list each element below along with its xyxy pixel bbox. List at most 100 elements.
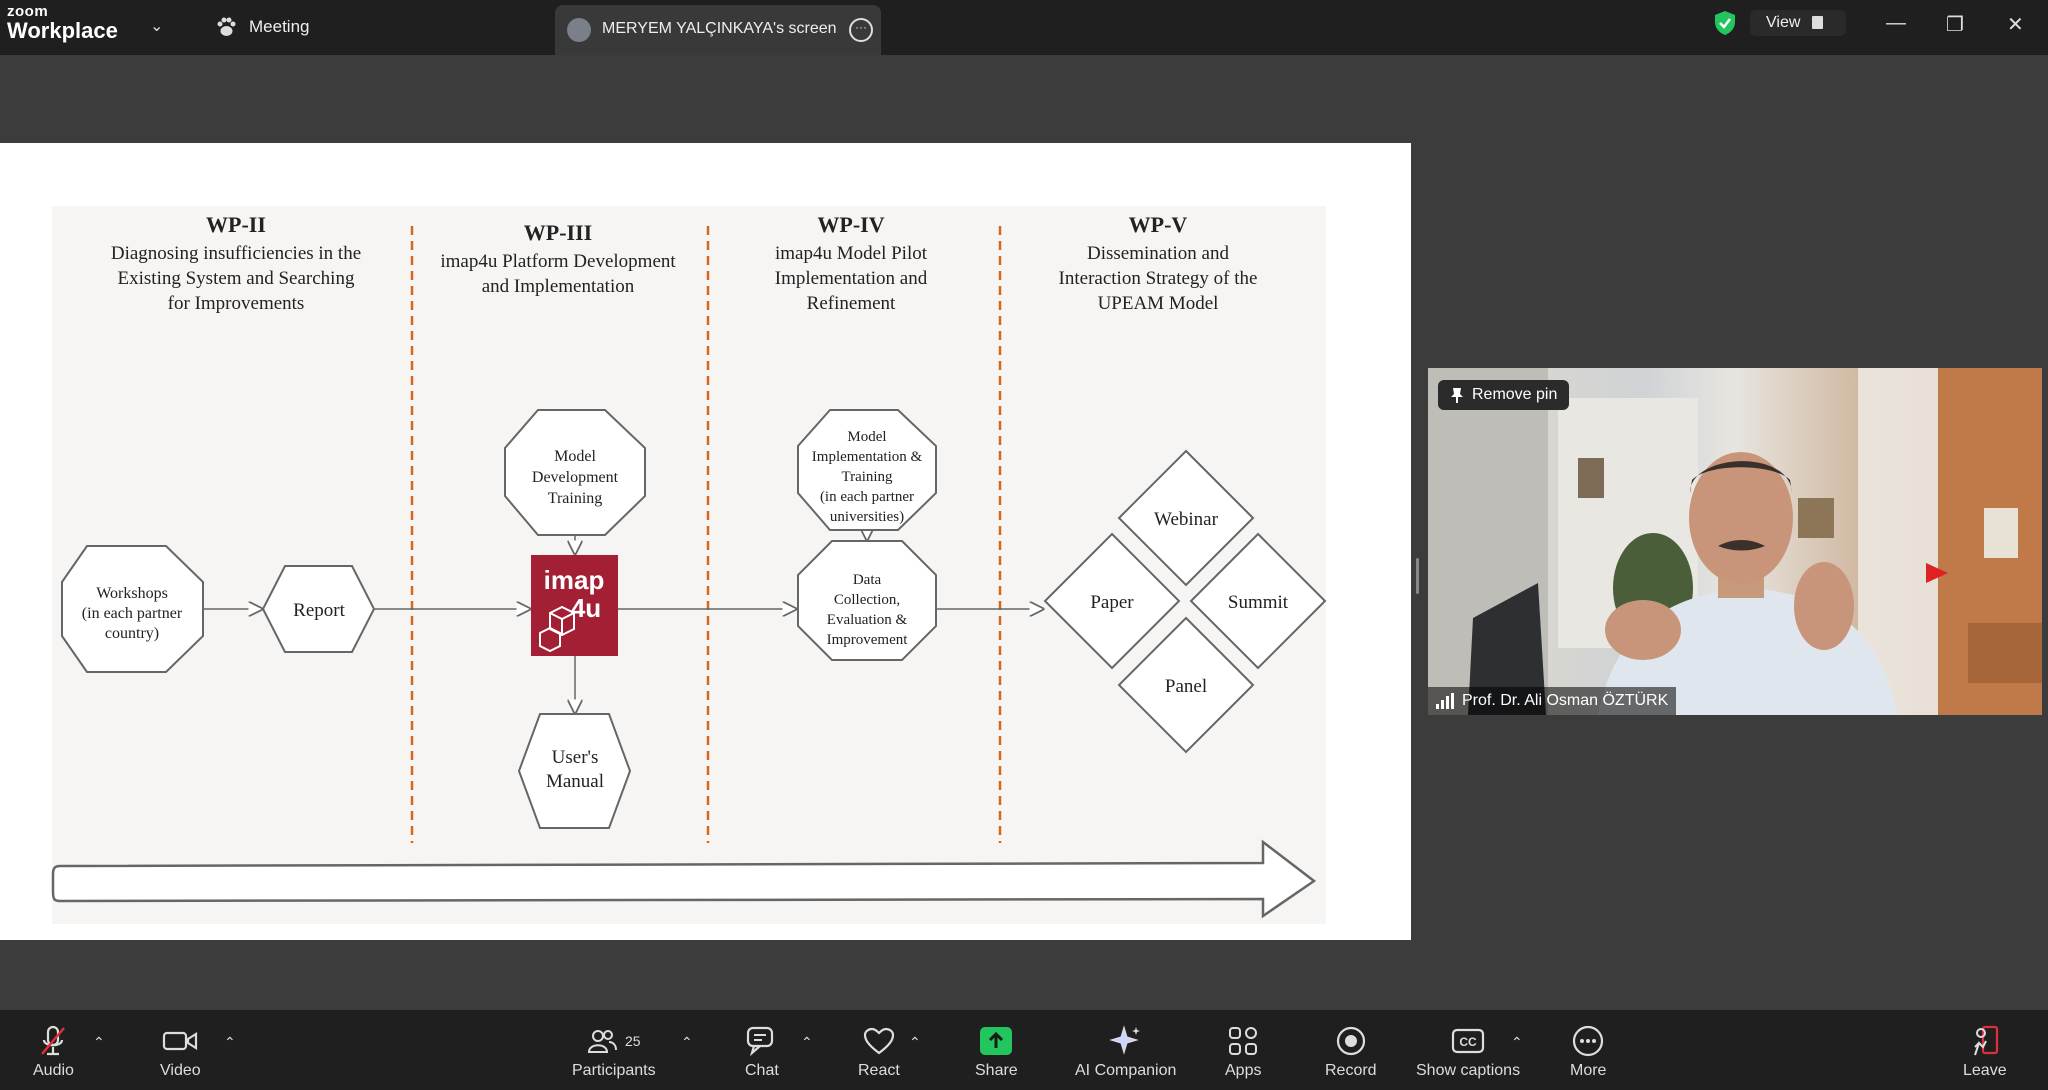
restore-icon[interactable]: ❐: [1946, 12, 1964, 37]
data-collection-line3: Evaluation &: [827, 612, 908, 628]
model-dev-line2: Development: [532, 469, 619, 486]
participants-caret-icon[interactable]: ⌃: [681, 1034, 693, 1051]
participants-button[interactable]: 25 Participants: [572, 1024, 656, 1080]
wp4-heading: WP-IV: [817, 212, 884, 237]
model-impl-line1: Model: [847, 429, 886, 445]
captions-caret-icon[interactable]: ⌃: [1511, 1034, 1523, 1051]
summit-label: Summit: [1228, 592, 1289, 613]
more-label: More: [1570, 1062, 1607, 1079]
brand-small: zoom: [7, 3, 49, 20]
show-captions-button[interactable]: CC Show captions: [1416, 1024, 1520, 1080]
participant-video[interactable]: Remove pin Prof. Dr. Ali Osman ÖZTÜRK: [1428, 368, 2042, 715]
model-impl-line5: universities): [830, 509, 904, 525]
wp2-desc-line2: Existing System and Searching: [118, 268, 355, 289]
workshops-line3: country): [105, 625, 159, 642]
chat-label: Chat: [745, 1062, 779, 1079]
heart-icon: [863, 1027, 894, 1055]
chat-icon: [746, 1026, 773, 1056]
wp2-heading: WP-II: [206, 212, 266, 237]
record-button[interactable]: Record: [1325, 1024, 1377, 1080]
meeting-label: Meeting: [249, 17, 310, 36]
more-options-icon[interactable]: ···: [849, 18, 873, 42]
screen-tab-label: MERYEM YALÇINKAYA's screen: [602, 20, 837, 37]
ai-companion-label: AI Companion: [1075, 1062, 1177, 1079]
video-button[interactable]: Video: [160, 1024, 201, 1080]
video-scene: [1428, 368, 2042, 715]
share-screen-icon: [980, 1027, 1013, 1055]
app-logo: zoom Workplace: [7, 4, 118, 42]
meeting-button[interactable]: Meeting: [215, 17, 309, 37]
participant-nameplate: Prof. Dr. Ali Osman ÖZTÜRK: [1428, 687, 1677, 715]
participants-label: Participants: [572, 1062, 656, 1079]
logo-text-bottom: 4u: [571, 593, 601, 623]
model-impl-line2: Implementation &: [812, 449, 923, 465]
share-button[interactable]: Share: [975, 1024, 1018, 1080]
panel-label: Panel: [1165, 676, 1207, 697]
data-collection-line4: Improvement: [827, 632, 909, 648]
signal-strength-icon: [1436, 693, 1454, 709]
video-options-caret-icon[interactable]: ⌃: [224, 1034, 236, 1051]
model-dev-line3: Training: [548, 490, 603, 507]
audio-options-caret-icon[interactable]: ⌃: [93, 1034, 105, 1051]
apps-button[interactable]: Apps: [1225, 1024, 1261, 1080]
wp5-desc-line1: Dissemination and: [1087, 243, 1229, 264]
view-button[interactable]: View: [1750, 10, 1846, 36]
video-label: Video: [160, 1062, 201, 1079]
report-label: Report: [293, 600, 345, 621]
shield-check-icon[interactable]: [1714, 10, 1736, 36]
wp4-desc-line2: Implementation and: [775, 268, 928, 289]
ai-companion-button[interactable]: AI Companion: [1075, 1024, 1176, 1080]
resize-handle[interactable]: [1416, 558, 1419, 594]
logo-text-top: imap: [544, 565, 605, 595]
wp4-desc-line1: imap4u Model Pilot: [775, 243, 928, 264]
workshops-line1: Workshops: [96, 585, 168, 602]
microphone-muted-icon: [41, 1025, 66, 1056]
audio-label: Audio: [33, 1062, 74, 1079]
wp3-heading: WP-III: [524, 220, 592, 245]
leave-button[interactable]: Leave: [1963, 1024, 2007, 1080]
view-layout-icon: [1812, 16, 1823, 29]
react-label: React: [858, 1062, 900, 1079]
wp5-heading: WP-V: [1129, 212, 1188, 237]
chevron-down-icon[interactable]: ⌄: [150, 16, 163, 36]
participants-count: 25: [625, 1033, 641, 1049]
record-icon: [1336, 1026, 1365, 1056]
close-icon[interactable]: ✕: [2007, 12, 2024, 37]
screen-share-tab[interactable]: MERYEM YALÇINKAYA's screen ···: [555, 5, 881, 55]
minimize-icon[interactable]: —: [1886, 12, 1906, 35]
leave-label: Leave: [1963, 1062, 2007, 1079]
video-camera-icon: [163, 1031, 198, 1051]
top-bar: zoom Workplace ⌄ Meeting MERYEM YALÇINKA…: [0, 0, 2048, 55]
model-impl-line4: (in each partner: [820, 489, 914, 505]
workflow-diagram: WP-II Diagnosing insufficiencies in the …: [51, 206, 1327, 924]
wp5-desc-line2: Interaction Strategy of the: [1059, 268, 1258, 289]
brand-large: Workplace: [7, 18, 118, 43]
show-captions-label: Show captions: [1416, 1062, 1521, 1079]
workshops-line2: (in each partner: [82, 605, 183, 622]
view-label: View: [1766, 14, 1801, 31]
shared-screen: WP-II Diagnosing insufficiencies in the …: [0, 143, 1411, 940]
audio-button[interactable]: Audio: [33, 1024, 74, 1080]
pin-icon: [1451, 388, 1463, 403]
sparkle-icon: [1108, 1025, 1140, 1055]
chat-caret-icon[interactable]: ⌃: [801, 1034, 813, 1051]
participant-name: Prof. Dr. Ali Osman ÖZTÜRK: [1462, 692, 1669, 709]
data-collection-line1: Data: [853, 572, 882, 588]
presenter-avatar: [567, 18, 591, 42]
remove-pin-button[interactable]: Remove pin: [1438, 380, 1570, 410]
model-impl-line3: Training: [841, 469, 893, 485]
meeting-toolbar: Audio ⌃ Video ⌃ 25 Participants ⌃ Chat ⌃…: [0, 1010, 2048, 1090]
svg-text:CC: CC: [1459, 1035, 1477, 1049]
captions-icon: CC: [1451, 1028, 1485, 1054]
participants-icon: [587, 1030, 617, 1053]
react-caret-icon[interactable]: ⌃: [909, 1034, 921, 1051]
wp5-desc-line3: UPEAM Model: [1098, 293, 1219, 314]
share-label: Share: [975, 1062, 1018, 1079]
more-icon: [1573, 1025, 1604, 1057]
chat-button[interactable]: Chat: [745, 1024, 779, 1080]
remove-pin-label: Remove pin: [1472, 386, 1558, 403]
data-collection-line2: Collection,: [834, 592, 900, 608]
apps-label: Apps: [1225, 1062, 1262, 1079]
more-button[interactable]: More: [1570, 1024, 1606, 1080]
react-button[interactable]: React: [858, 1024, 900, 1080]
